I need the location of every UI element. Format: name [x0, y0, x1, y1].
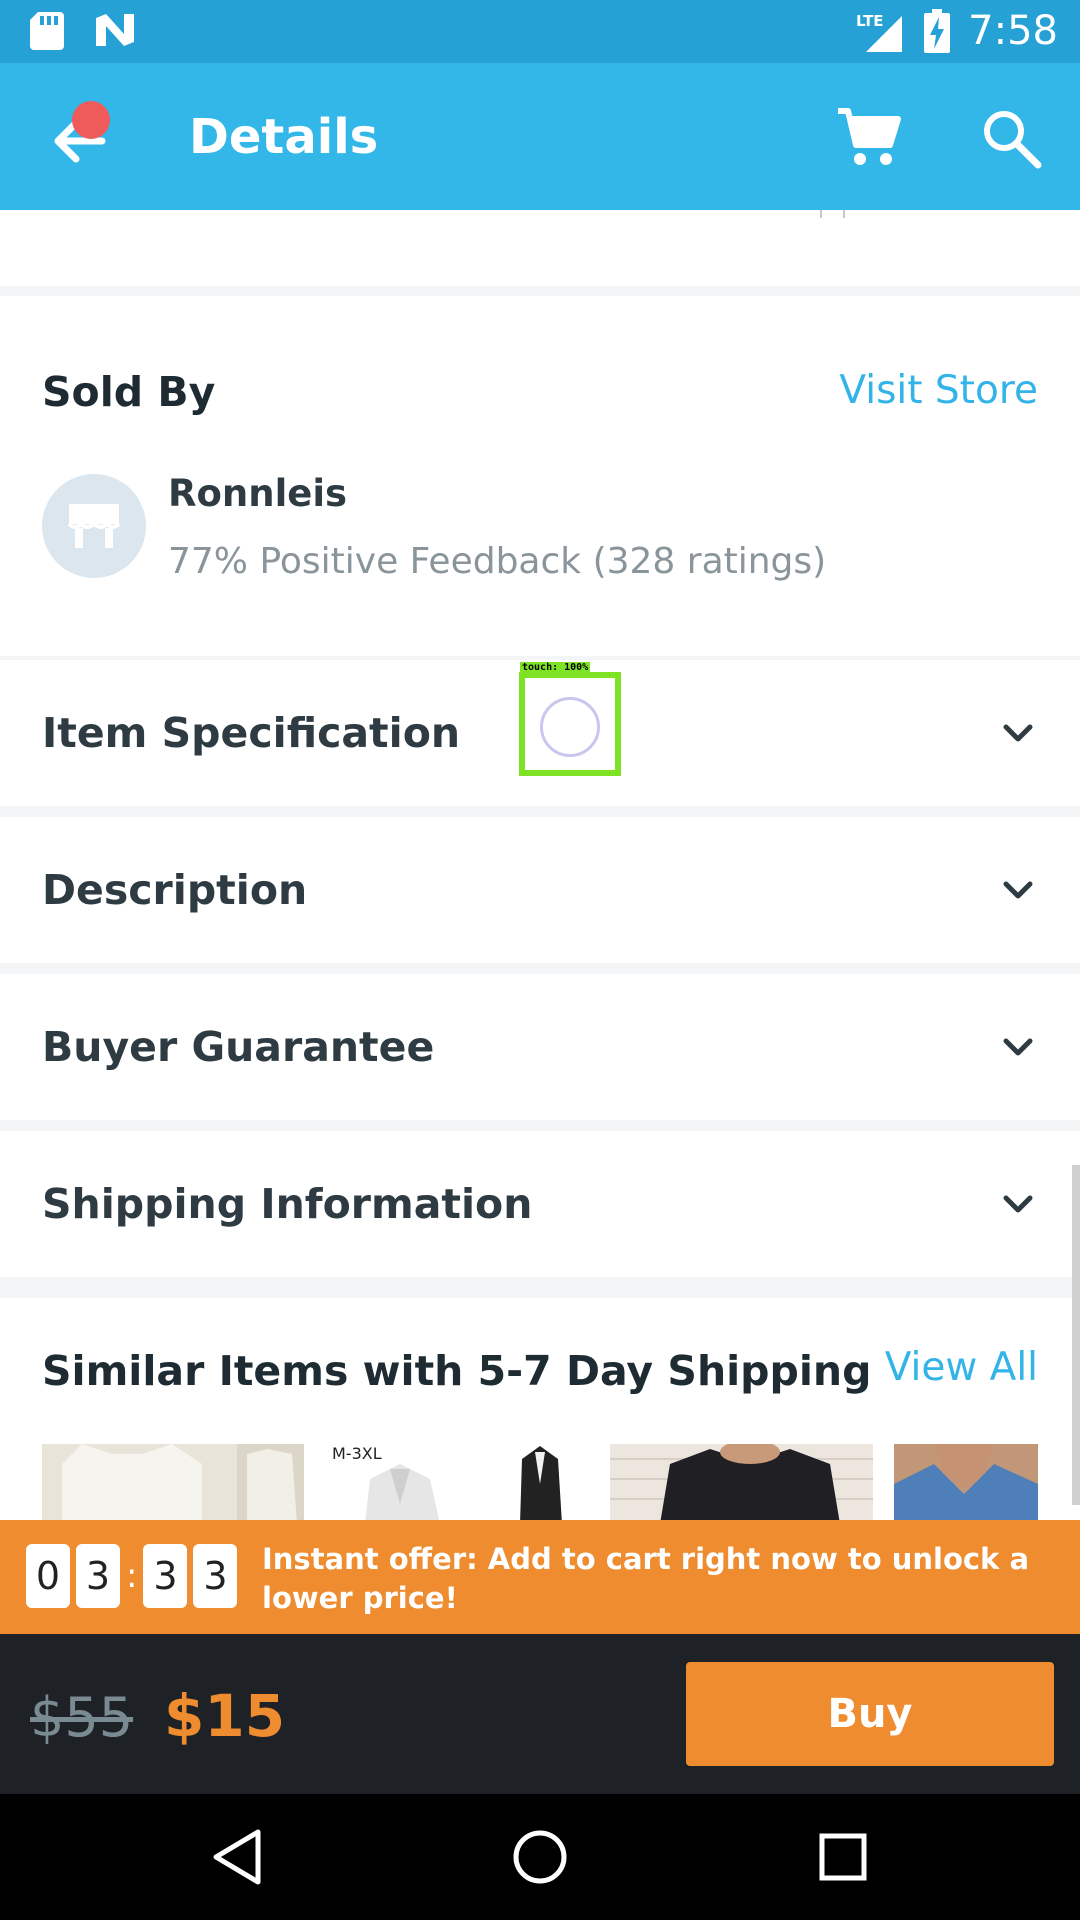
timer-digit: 3 — [193, 1544, 238, 1608]
blazer-image — [365, 1446, 562, 1524]
status-time: 7:58 — [968, 8, 1058, 54]
network-label: LTE — [856, 12, 884, 30]
store-avatar[interactable] — [42, 474, 146, 578]
timer-digit: 3 — [143, 1544, 188, 1608]
similar-items-title: Similar Items with 5-7 Day Shipping — [42, 1347, 872, 1395]
circle-home-icon — [513, 1830, 567, 1884]
buy-button[interactable]: Buy — [686, 1662, 1054, 1766]
view-all-link[interactable]: View All — [885, 1345, 1038, 1390]
cart-button[interactable] — [836, 105, 902, 171]
page-title: Details — [189, 109, 379, 165]
previous-section-remnant — [0, 210, 1080, 286]
sold-by-section — [0, 296, 1080, 656]
sale-price: $15 — [164, 1682, 286, 1750]
original-price: $55 — [30, 1686, 134, 1749]
n-logo-icon — [96, 14, 134, 46]
status-left-icons — [30, 12, 136, 50]
blue-shirt-image — [894, 1444, 1038, 1524]
system-nav-bar — [0, 1794, 1080, 1920]
app-bar: Details — [0, 63, 1080, 210]
scrollbar-thumb[interactable] — [1072, 1165, 1080, 1505]
chevron-down-icon — [1003, 1195, 1033, 1213]
accordion-label: Item Specification — [42, 709, 461, 757]
black-shirt-image — [610, 1444, 873, 1524]
seller-feedback: 77% Positive Feedback (328 ratings) — [168, 541, 827, 582]
square-recents-icon — [819, 1833, 867, 1881]
seller-name[interactable]: Ronnleis — [168, 472, 347, 515]
triangle-back-icon — [213, 1829, 261, 1885]
instant-offer-banner[interactable]: 0 3 : 3 3 Instant offer: Add to cart rig… — [0, 1520, 1080, 1634]
visit-store-link[interactable]: Visit Store — [839, 368, 1038, 413]
sd-card-icon — [30, 12, 64, 50]
search-button[interactable] — [978, 105, 1044, 171]
similar-item-thumbnail[interactable] — [42, 1444, 304, 1524]
timer-digit: 3 — [76, 1544, 120, 1608]
accordion-label: Description — [42, 866, 308, 914]
timer-separator: : — [126, 1556, 138, 1596]
nav-recents-button[interactable] — [810, 1824, 876, 1890]
sold-by-title: Sold By — [42, 368, 216, 416]
notification-dot — [72, 101, 110, 139]
status-bar: LTE 7:58 — [0, 0, 1080, 63]
accordion-buyer-guarantee[interactable]: Buyer Guarantee — [0, 974, 1080, 1120]
chevron-down-icon — [1003, 724, 1033, 742]
accordion-label: Buyer Guarantee — [42, 1023, 435, 1071]
similar-item-thumbnail[interactable]: M-3XL — [330, 1444, 574, 1524]
accordion-label: Shipping Information — [42, 1180, 533, 1228]
offer-text: Instant offer: Add to cart right now to … — [262, 1542, 1030, 1615]
accordion-shipping-information[interactable]: Shipping Information — [0, 1131, 1080, 1277]
divider-tick — [843, 210, 845, 218]
status-right-icons: LTE 7:58 — [854, 6, 1058, 56]
chevron-down-icon — [1003, 1038, 1033, 1056]
signal-icon: LTE — [856, 12, 903, 52]
divider-tick — [820, 210, 822, 218]
storefront-icon — [67, 504, 121, 548]
chevron-down-icon — [1003, 881, 1033, 899]
cart-icon — [838, 108, 901, 165]
similar-item-thumbnail[interactable] — [894, 1444, 1038, 1524]
countdown-timer: 0 3 : 3 3 — [26, 1544, 243, 1608]
white-shirt-image — [42, 1444, 304, 1524]
similar-item-thumbnail[interactable] — [610, 1444, 873, 1524]
timer-digit: 0 — [26, 1544, 70, 1608]
nav-back-button[interactable] — [206, 1824, 272, 1890]
accordion-description[interactable]: Description — [0, 817, 1080, 963]
touch-indicator-circle — [540, 697, 600, 757]
nav-home-button[interactable] — [507, 1824, 573, 1890]
search-icon — [984, 111, 1042, 169]
buy-bar: $55 $15 Buy — [0, 1634, 1080, 1794]
battery-charging-icon — [924, 9, 951, 53]
